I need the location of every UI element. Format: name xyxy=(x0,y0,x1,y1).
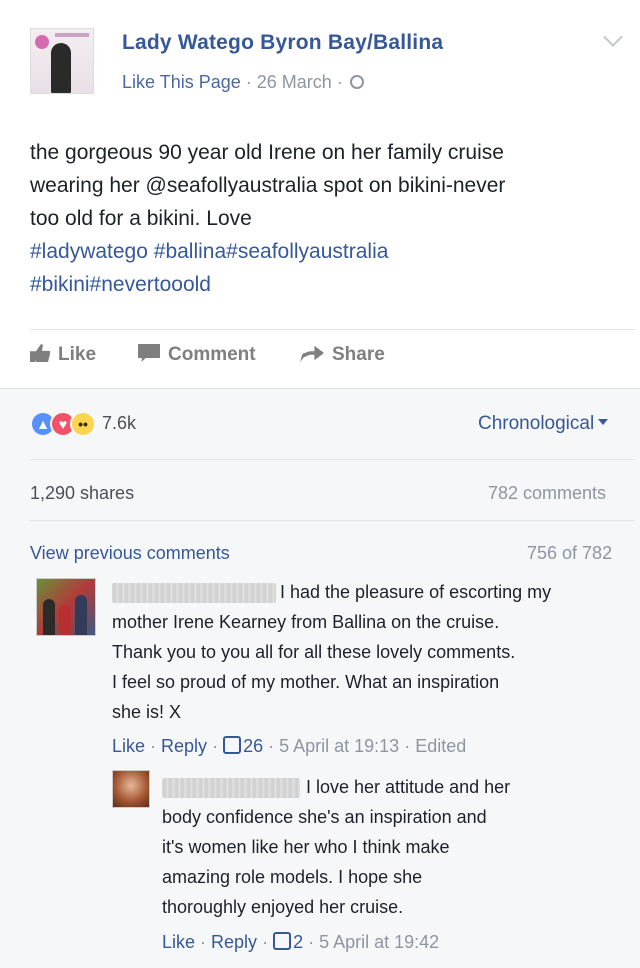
hashtag-link[interactable]: #bikini xyxy=(30,273,90,296)
hashtag-line: #ladywatego #ballina#seafollyaustralia xyxy=(30,235,635,268)
share-button-label: Share xyxy=(332,344,385,365)
hashtag-link[interactable]: #ballina xyxy=(154,240,226,263)
comment-bubble-icon xyxy=(138,344,160,362)
reply-body: I love her attitude and her body confide… xyxy=(162,772,510,922)
comment-line: I had the pleasure of escorting my xyxy=(280,582,552,602)
person-figure xyxy=(75,595,87,635)
thumbs-up-outline-icon xyxy=(273,932,292,950)
hashtag-link[interactable]: #seafollyaustralia xyxy=(226,240,388,263)
comment-actions: Like · Reply · 26 · 5 April at 19:13 · E… xyxy=(112,736,467,756)
commenter-avatar[interactable] xyxy=(36,578,96,636)
hashtag-line: #bikini#nevertooold xyxy=(30,268,635,301)
like-button-label: Like xyxy=(58,344,97,365)
flower-logo-mark xyxy=(35,35,49,49)
comment-line: I feel so proud of my mother. What an in… xyxy=(112,672,500,692)
post-text-line: wearing her @seafollyaustralia spot on b… xyxy=(30,174,506,197)
view-previous-comments-link[interactable]: View previous comments xyxy=(30,543,230,564)
comment-like-count[interactable]: 26 xyxy=(243,736,263,756)
comment-line: she is! X xyxy=(112,702,182,722)
hashtag-link[interactable]: #nevertooold xyxy=(90,273,211,296)
edited-label[interactable]: Edited xyxy=(415,736,466,756)
meta-separator: · xyxy=(331,72,348,92)
comment-timestamp[interactable]: 5 April at 19:42 xyxy=(319,932,439,952)
meta-separator: · xyxy=(240,72,257,92)
person-figure xyxy=(43,599,55,635)
comment-button-label: Comment xyxy=(168,344,256,365)
comment-like-count[interactable]: 2 xyxy=(293,932,303,952)
person-figure xyxy=(59,605,71,635)
reply-actions: Like · Reply · 2 · 5 April at 19:42 xyxy=(162,932,440,952)
comment-line: amazing role models. I hope she xyxy=(162,867,423,887)
hashtag-link[interactable]: #ladywatego xyxy=(30,240,148,263)
comment-line: mother Irene Kearney from Ballina on the… xyxy=(112,612,500,632)
share-button[interactable]: Share xyxy=(300,344,385,366)
caret-down-icon xyxy=(598,419,609,425)
comment-line: I love her attitude and her xyxy=(306,777,511,797)
comment-line: Thank you to you all for all these lovel… xyxy=(112,642,516,662)
globe-icon xyxy=(349,75,364,89)
comment-like-link[interactable]: Like xyxy=(112,736,145,756)
logo-banner xyxy=(55,33,89,37)
comment-timestamp[interactable]: 5 April at 19:13 xyxy=(279,736,399,756)
thumbs-up-outline-icon xyxy=(223,736,242,754)
comments-count[interactable]: 782 comments xyxy=(488,483,606,504)
comment-sort-dropdown[interactable]: Chronological xyxy=(478,413,609,435)
woman-silhouette xyxy=(51,43,71,93)
comment-reply-link[interactable]: Reply xyxy=(211,932,257,952)
like-page-link[interactable]: Like This Page xyxy=(122,72,241,92)
shares-link[interactable]: 1,290 shares xyxy=(30,483,134,504)
stats-divider xyxy=(30,459,635,460)
page-avatar[interactable] xyxy=(30,28,94,94)
post-meta: Like This Page · 26 March · xyxy=(122,72,364,93)
page-name-link[interactable]: Lady Watego Byron Bay/Ballina xyxy=(122,31,443,55)
post-text-line: too old for a bikini. Love xyxy=(30,207,252,230)
thumbs-up-icon xyxy=(30,344,50,362)
previous-comments-count: 756 of 782 xyxy=(527,543,613,563)
comment-reply-link[interactable]: Reply xyxy=(161,736,207,756)
post-text-line: the gorgeous 90 year old Irene on her fa… xyxy=(30,141,504,164)
reply-commenter-avatar[interactable] xyxy=(112,770,150,808)
comment-line: thoroughly enjoyed her cruise. xyxy=(162,897,404,917)
post-card: Lady Watego Byron Bay/Ballina Like This … xyxy=(0,0,640,388)
comment-line: it's women like her who I think make xyxy=(162,837,450,857)
reaction-count: 7.6k xyxy=(102,413,137,433)
comment-body: I had the pleasure of escorting my mothe… xyxy=(112,577,551,727)
actions-divider xyxy=(30,329,635,330)
comment-like-link[interactable]: Like xyxy=(162,932,195,952)
comment-button[interactable]: Comment xyxy=(138,344,256,366)
post-body: the gorgeous 90 year old Irene on her fa… xyxy=(30,136,635,301)
chevron-down-icon[interactable] xyxy=(603,27,623,47)
comment-line: body confidence she's an inspiration and xyxy=(162,807,487,827)
like-button[interactable]: Like xyxy=(30,344,96,366)
post-date-link[interactable]: 26 March xyxy=(257,72,332,92)
sort-label: Chronological xyxy=(478,413,595,434)
comments-divider xyxy=(30,520,635,521)
share-arrow-icon xyxy=(300,345,324,362)
wow-reaction-icon: •• xyxy=(70,411,96,437)
